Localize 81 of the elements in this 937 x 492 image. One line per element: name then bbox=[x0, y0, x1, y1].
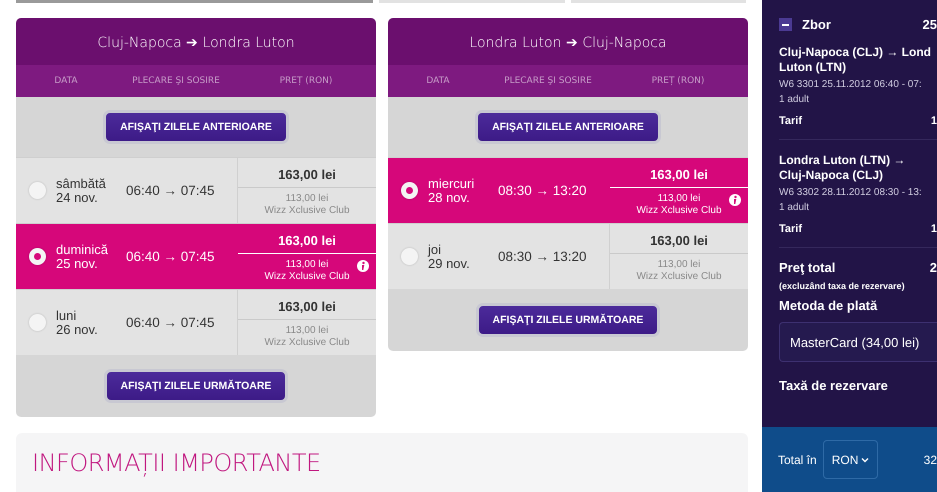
flight-row[interactable]: sâmbătă 24 nov. 06:40 → 07:45 163,00 lei 113,00 lei Wizz Xclusive Club bbox=[16, 157, 376, 223]
column-heading: PLECARE ŞI SOSIRE bbox=[503, 76, 593, 86]
fare-amount: 1 bbox=[930, 115, 937, 127]
price: 163,00 lei bbox=[238, 167, 376, 188]
route-title: Londra Luton ➔ Cluj-Napoca bbox=[388, 18, 748, 65]
flight-row[interactable]: luni 26 nov. 06:40 → 07:45 163,00 lei 113,00 lei Wizz Xclusive Club bbox=[16, 289, 376, 355]
fare-label: Tarif bbox=[779, 223, 802, 235]
date: 25 nov. bbox=[56, 256, 99, 270]
flight-times: 08:30 → 13:20 bbox=[498, 183, 588, 198]
day-name: luni bbox=[56, 308, 78, 322]
total-in-label: Total în bbox=[778, 452, 817, 466]
date: 28 nov. bbox=[428, 190, 471, 204]
flight-row[interactable]: miercuri 28 nov. 08:30 → 13:20 163,00 lei 113,00 lei Wizz Xclusive Club bbox=[388, 157, 748, 223]
fare-label: Tarif bbox=[779, 115, 802, 127]
price: 163,00 lei bbox=[238, 233, 376, 254]
club-price: 113,00 lei bbox=[658, 259, 700, 271]
payment-select[interactable]: MasterCard (34,00 lei) bbox=[779, 322, 937, 362]
passenger-count: 1 adult bbox=[779, 202, 810, 213]
column-heading: DATA bbox=[425, 76, 451, 86]
info-title: INFORMAȚII IMPORTANTE bbox=[32, 449, 322, 477]
payment-label: Metoda de plată bbox=[779, 298, 878, 313]
day-name: joi bbox=[428, 242, 442, 256]
next-days-button[interactable]: AFIŞAŢI ZILELE URMĂTOARE bbox=[104, 369, 288, 403]
club-label: Wizz Xclusive Club bbox=[636, 205, 722, 217]
total-label: Preţ total bbox=[779, 260, 836, 275]
route-text: Cluj-Napoca (CLJ) → Lond bbox=[779, 45, 931, 60]
fee-label: Taxă de rezervare bbox=[779, 378, 889, 393]
route-text: Londra Luton (LTN) → bbox=[779, 153, 906, 168]
total-amount: 32 bbox=[924, 452, 937, 466]
route-title: Cluj-Napoca ➔ Londra Luton bbox=[16, 18, 376, 65]
flight-times: 06:40 → 07:45 bbox=[126, 249, 216, 264]
info-icon[interactable] bbox=[357, 260, 369, 272]
price: 163,00 lei bbox=[238, 299, 376, 320]
chevron-icon bbox=[861, 456, 870, 462]
flight-row[interactable]: duminică 25 nov. 06:40 → 07:45 163,00 lei 113,00 lei Wizz Xclusive Club bbox=[16, 223, 376, 289]
previous-days-button[interactable]: AFIŞAŢI ZILELE ANTERIOARE bbox=[475, 110, 661, 144]
column-heading: PREȚ (RON) bbox=[278, 76, 334, 86]
total-amount: 2 bbox=[930, 260, 937, 275]
radio-button[interactable] bbox=[401, 182, 418, 199]
date: 24 nov. bbox=[56, 190, 99, 204]
radio-button[interactable] bbox=[401, 248, 418, 265]
collapse-toggle[interactable] bbox=[779, 18, 792, 31]
club-label: Wizz Xclusive Club bbox=[264, 337, 350, 349]
day-name: miercuri bbox=[428, 176, 476, 190]
flight-details: W6 3301 25.11.2012 06:40 - 07: bbox=[779, 79, 923, 90]
radio-button[interactable] bbox=[29, 314, 46, 331]
next-days-button[interactable]: AFIŞAŢI ZILELE URMĂTOARE bbox=[476, 303, 660, 337]
club-price: 113,00 lei bbox=[286, 193, 328, 205]
fare-amount: 1 bbox=[930, 223, 937, 235]
previous-days-button[interactable]: AFIŞAŢI ZILELE ANTERIOARE bbox=[103, 110, 289, 144]
club-price: 113,00 lei bbox=[286, 325, 328, 337]
passenger-count: 1 adult bbox=[779, 94, 810, 105]
total-note: (excluzând taxa de rezervare) bbox=[779, 281, 906, 291]
column-heading: PLECARE ŞI SOSIRE bbox=[131, 76, 221, 86]
club-price: 113,00 lei bbox=[286, 259, 328, 271]
price: 163,00 lei bbox=[610, 167, 748, 188]
club-price: 113,00 lei bbox=[658, 193, 700, 205]
day-name: sâmbătă bbox=[56, 176, 107, 190]
radio-button[interactable] bbox=[29, 248, 46, 265]
tab[interactable] bbox=[16, 0, 373, 3]
club-label: Wizz Xclusive Club bbox=[264, 205, 350, 217]
flight-times: 08:30 → 13:20 bbox=[498, 249, 588, 264]
route-text: Cluj-Napoca (CLJ) bbox=[779, 168, 884, 183]
flight-row[interactable]: joi 29 nov. 08:30 → 13:20 163,00 lei 113,00 lei Wizz Xclusive Club bbox=[388, 223, 748, 289]
date: 26 nov. bbox=[56, 322, 99, 336]
club-label: Wizz Xclusive Club bbox=[264, 271, 350, 283]
section-label: Zbor bbox=[802, 17, 832, 32]
section-amount: 25 bbox=[922, 17, 937, 32]
day-name: duminică bbox=[56, 242, 110, 256]
flight-times: 06:40 → 07:45 bbox=[126, 183, 216, 198]
club-label: Wizz Xclusive Club bbox=[636, 271, 722, 283]
route-text: Luton (LTN) bbox=[779, 60, 846, 75]
date: 29 nov. bbox=[428, 256, 471, 270]
info-icon[interactable] bbox=[729, 194, 741, 206]
flight-times: 06:40 → 07:45 bbox=[126, 315, 216, 330]
column-heading: DATA bbox=[53, 76, 79, 86]
currency-select[interactable]: RON bbox=[822, 440, 878, 479]
price: 163,00 lei bbox=[610, 233, 748, 254]
radio-button[interactable] bbox=[29, 182, 46, 199]
flight-details: W6 3302 28.11.2012 08:30 - 13: bbox=[779, 187, 923, 198]
column-heading: PREȚ (RON) bbox=[650, 76, 706, 86]
